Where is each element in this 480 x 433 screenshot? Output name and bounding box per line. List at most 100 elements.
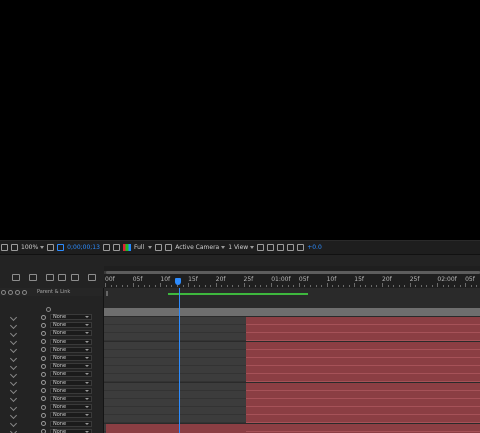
pickwhip-icon[interactable] — [41, 371, 46, 377]
track-row[interactable] — [104, 390, 480, 399]
timeline-tracks[interactable] — [104, 288, 480, 433]
layer-row[interactable]: None — [0, 419, 103, 428]
pickwhip-icon[interactable] — [41, 429, 46, 433]
pen-icon[interactable] — [9, 329, 18, 338]
always-preview-icon[interactable] — [1, 244, 8, 251]
parent-select[interactable]: None — [50, 404, 92, 411]
track-row[interactable] — [104, 415, 480, 424]
fast-previews-icon[interactable] — [267, 244, 275, 251]
parent-select[interactable]: None — [50, 387, 92, 394]
view-layout-select[interactable]: 1 View — [228, 244, 255, 251]
comp-flowchart-icon[interactable] — [88, 274, 96, 281]
exposure-value[interactable]: +0.0 — [307, 244, 322, 251]
motion-blur-icon[interactable] — [58, 274, 66, 281]
pickwhip-icon[interactable] — [41, 404, 46, 410]
time-navigator[interactable] — [104, 271, 480, 274]
toggle-pixel-aspect-icon[interactable] — [257, 244, 265, 251]
layer-row[interactable]: None — [0, 370, 103, 378]
layer-bar[interactable] — [246, 366, 480, 375]
pickwhip-icon[interactable] — [41, 322, 46, 328]
work-area[interactable] — [104, 291, 480, 296]
pen-icon[interactable] — [9, 346, 18, 354]
safe-margins-icon[interactable] — [47, 244, 55, 251]
pickwhip-icon[interactable] — [41, 421, 46, 427]
time-ruler[interactable]: 00f 05f 10f 15f 20f 25f 01:00f 05f 10f 15f 20f 25f 0… — [104, 266, 480, 288]
track-row[interactable] — [104, 382, 480, 391]
graph-editor-icon[interactable] — [71, 274, 79, 281]
layer-row[interactable]: None — [0, 387, 103, 395]
parent-select[interactable]: None — [50, 420, 92, 427]
camera-icon[interactable] — [102, 244, 110, 251]
pen-icon[interactable] — [9, 419, 18, 428]
parent-select[interactable]: None — [50, 330, 92, 337]
pen-icon[interactable] — [9, 428, 18, 433]
layer-bar[interactable] — [246, 341, 480, 350]
parent-select[interactable]: None — [50, 322, 92, 329]
pen-icon[interactable] — [9, 387, 18, 395]
pen-icon[interactable] — [9, 362, 18, 370]
work-area-bar[interactable] — [168, 293, 308, 295]
audio-switch-icon[interactable] — [8, 289, 13, 295]
layer-row[interactable]: None — [0, 354, 103, 362]
pen-icon[interactable] — [9, 370, 18, 378]
pickwhip-icon[interactable] — [41, 396, 46, 402]
region-of-interest-icon[interactable] — [155, 244, 163, 251]
pickwhip-icon[interactable] — [41, 330, 46, 336]
color-channel-icon[interactable] — [122, 244, 131, 251]
parent-select[interactable]: None — [50, 314, 92, 321]
pen-icon[interactable] — [9, 313, 18, 321]
layer-bar[interactable] — [246, 423, 480, 432]
layer-bar[interactable] — [246, 374, 480, 383]
layer-row[interactable]: None — [0, 313, 103, 321]
draft-3d-icon[interactable] — [12, 274, 20, 281]
pen-icon[interactable] — [9, 403, 18, 411]
track-row[interactable] — [104, 349, 480, 358]
pickwhip-icon[interactable] — [41, 380, 46, 386]
pen-icon[interactable] — [9, 411, 18, 419]
resolution-select[interactable]: Full — [134, 244, 144, 251]
snapshot-region-icon[interactable] — [57, 244, 65, 251]
layer-bar[interactable] — [246, 349, 480, 358]
layer-bar[interactable] — [246, 358, 480, 366]
pickwhip-icon[interactable] — [41, 314, 46, 320]
layer-bar-bottom[interactable] — [106, 424, 246, 433]
shy-icon[interactable] — [29, 274, 37, 281]
track-row[interactable] — [104, 358, 480, 366]
transparency-grid-icon[interactable] — [165, 244, 173, 251]
layer-row[interactable]: None — [0, 411, 103, 419]
layer-row[interactable]: None — [0, 379, 103, 387]
parent-select[interactable]: None — [50, 338, 92, 345]
layer-row[interactable]: None — [0, 428, 103, 433]
pen-icon[interactable] — [9, 395, 18, 403]
track-row[interactable] — [104, 325, 480, 334]
layer-bar[interactable] — [246, 333, 480, 342]
layer-row[interactable]: None — [0, 346, 103, 354]
parent-select[interactable]: None — [50, 428, 92, 433]
camera-select[interactable]: Active Camera — [175, 244, 226, 251]
zoom-select[interactable]: 100% — [21, 244, 45, 251]
lock-switch-icon[interactable] — [22, 289, 27, 295]
layer-row[interactable]: None — [0, 395, 103, 403]
layer-row[interactable]: None — [0, 329, 103, 338]
video-switch-icon[interactable] — [1, 289, 6, 295]
track-row[interactable] — [104, 374, 480, 383]
pickwhip-icon[interactable] — [41, 355, 46, 361]
time-navigator-thumb[interactable] — [106, 271, 480, 274]
layer-bar[interactable] — [246, 407, 480, 416]
parent-select[interactable]: None — [50, 371, 92, 378]
pickwhip-icon[interactable] — [41, 339, 46, 345]
pickwhip-icon[interactable] — [41, 363, 46, 369]
layer-bar[interactable] — [246, 415, 480, 424]
pen-icon[interactable] — [9, 379, 18, 387]
frame-blending-icon[interactable] — [46, 274, 54, 281]
pen-icon[interactable] — [9, 338, 18, 346]
work-area-start[interactable] — [106, 291, 108, 296]
pickwhip-icon[interactable] — [41, 347, 46, 353]
layer-row[interactable]: None — [0, 338, 103, 346]
current-time-indicator[interactable] — [175, 278, 181, 285]
pickwhip-icon[interactable] — [41, 388, 46, 394]
gear-icon[interactable] — [297, 244, 305, 251]
parent-select[interactable]: None — [50, 355, 92, 362]
solo-switch-icon[interactable] — [15, 289, 20, 295]
layer-bar[interactable] — [246, 382, 480, 391]
